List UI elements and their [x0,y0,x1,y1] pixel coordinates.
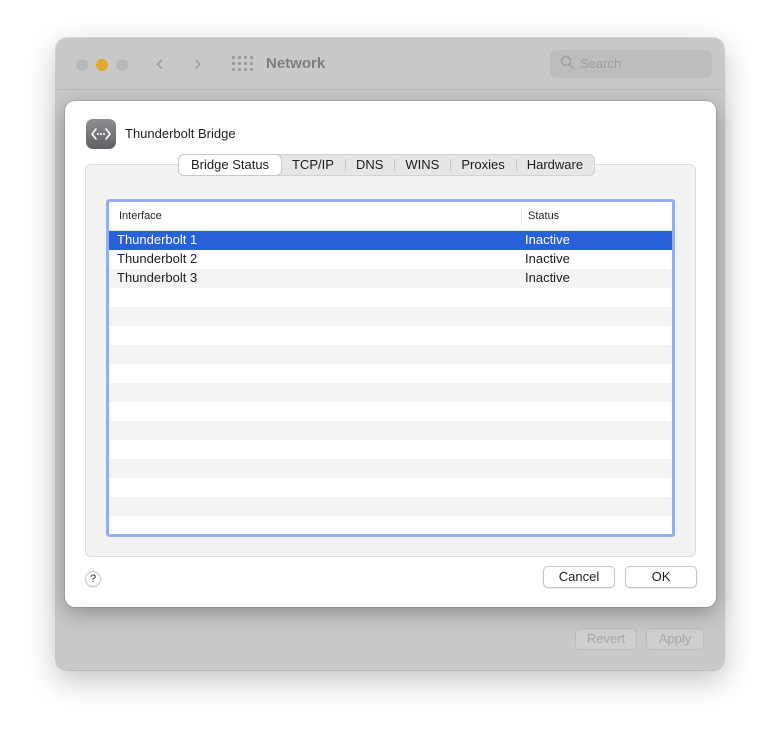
table-row[interactable]: Thunderbolt 2 Inactive [109,250,672,269]
status-cell: Inactive [525,232,570,247]
empty-row [109,288,672,307]
table-row[interactable]: Thunderbolt 1 Inactive [109,231,672,250]
revert-button[interactable]: Revert [575,628,637,650]
chevron-right-icon[interactable]: › [194,52,201,74]
empty-row [109,535,672,537]
empty-row [109,402,672,421]
table-header: Interface Status [109,202,672,231]
help-button[interactable]: ? [85,571,101,587]
tab-dns[interactable]: DNS [344,155,394,175]
tab-hardware[interactable]: Hardware [515,155,594,175]
interface-cell: Thunderbolt 1 [117,232,198,247]
status-cell: Inactive [525,251,570,266]
search-placeholder: Search [580,56,622,71]
thunderbolt-bridge-sheet: Thunderbolt Bridge Bridge Status TCP/IP … [65,101,716,607]
empty-row [109,307,672,326]
close-window-button[interactable] [76,59,88,71]
empty-row [109,478,672,497]
zoom-window-button[interactable] [116,59,128,71]
tab-tcp-ip[interactable]: TCP/IP [281,155,345,175]
thunderbolt-bridge-icon [86,119,116,149]
show-all-grid-icon[interactable] [232,56,253,72]
table-row[interactable]: Thunderbolt 3 Inactive [109,269,672,288]
empty-row [109,345,672,364]
empty-row [109,516,672,534]
tab-bar: Bridge Status TCP/IP DNS WINS Proxies Ha… [178,154,596,176]
interface-table[interactable]: Interface Status Thunderbolt 1 Inactive … [106,199,675,537]
column-header-status[interactable]: Status [528,210,559,222]
window-title: Network [266,55,326,72]
empty-row [109,497,672,516]
interface-cell: Thunderbolt 3 [117,270,198,285]
tab-bridge-status[interactable]: Bridge Status [179,155,282,175]
empty-row [109,440,672,459]
status-cell: Inactive [525,270,570,285]
cancel-button[interactable]: Cancel [543,566,615,588]
interface-cell: Thunderbolt 2 [117,251,198,266]
minimize-window-button[interactable] [96,59,108,71]
empty-row [109,421,672,440]
empty-row [109,459,672,478]
search-icon [560,55,574,69]
window-toolbar: ‹ › Network Search [56,38,724,90]
apply-button[interactable]: Apply [646,628,704,650]
tab-proxies[interactable]: Proxies [450,155,515,175]
search-field[interactable]: Search [550,50,712,78]
empty-row [109,326,672,345]
empty-row [109,383,672,402]
column-divider[interactable] [521,208,522,224]
tab-wins[interactable]: WINS [394,155,450,175]
ok-button[interactable]: OK [625,566,697,588]
empty-row [109,364,672,383]
column-header-interface[interactable]: Interface [119,210,162,222]
sheet-title: Thunderbolt Bridge [125,126,236,141]
chevron-left-icon[interactable]: ‹ [156,52,163,74]
